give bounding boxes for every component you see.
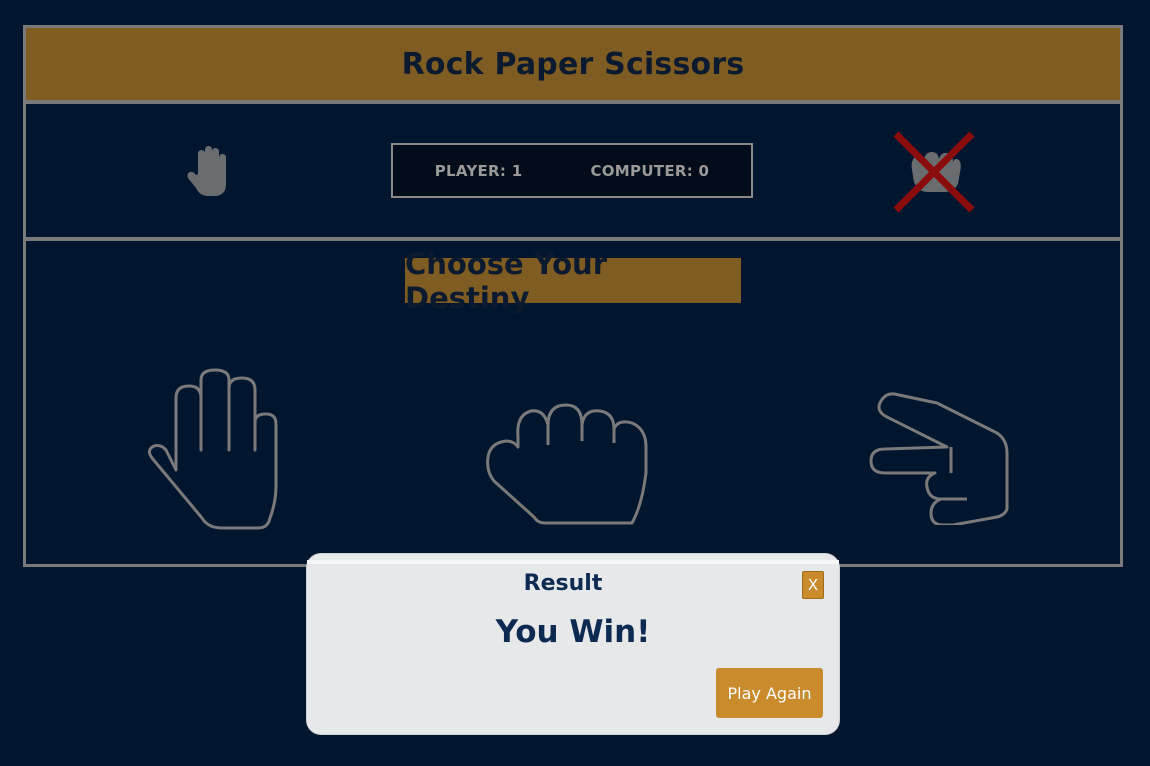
game-title: Rock Paper Scissors (401, 46, 745, 82)
player-choice (184, 144, 234, 198)
close-button[interactable]: X (802, 571, 824, 599)
choose-title-box: Choose Your Destiny (405, 247, 741, 315)
paper-button[interactable] (144, 368, 294, 538)
rock-button[interactable] (486, 375, 658, 525)
lose-x-mark (893, 131, 975, 213)
choose-title: Choose Your Destiny (405, 246, 608, 315)
scissors-hand-icon (869, 392, 1009, 527)
choose-section: Choose Your Destiny (26, 241, 1120, 564)
paper-hand-icon (147, 368, 278, 530)
modal-title: Result (523, 571, 603, 596)
player-score: PLAYER: 1 (434, 161, 523, 180)
computer-choice (892, 130, 976, 214)
score-row: PLAYER: 1 COMPUTER: 0 (26, 104, 1120, 241)
game-header: Rock Paper Scissors (26, 28, 1120, 104)
result-text: You Win! (495, 614, 651, 650)
paper-hand-icon (187, 146, 226, 196)
scissors-button[interactable] (841, 375, 1011, 527)
computer-score: COMPUTER: 0 (590, 161, 710, 180)
computer-choice-graphic (893, 131, 975, 213)
rock-fist-icon (486, 403, 648, 525)
game-container: Rock Paper Scissors PLAYER: 1 COMPUTER: … (23, 25, 1123, 567)
play-again-button[interactable]: Play Again (716, 668, 823, 718)
scoreboard: PLAYER: 1 COMPUTER: 0 (391, 143, 753, 198)
modal-top-line (307, 560, 839, 564)
result-modal: Result X You Win! Play Again (307, 554, 839, 734)
